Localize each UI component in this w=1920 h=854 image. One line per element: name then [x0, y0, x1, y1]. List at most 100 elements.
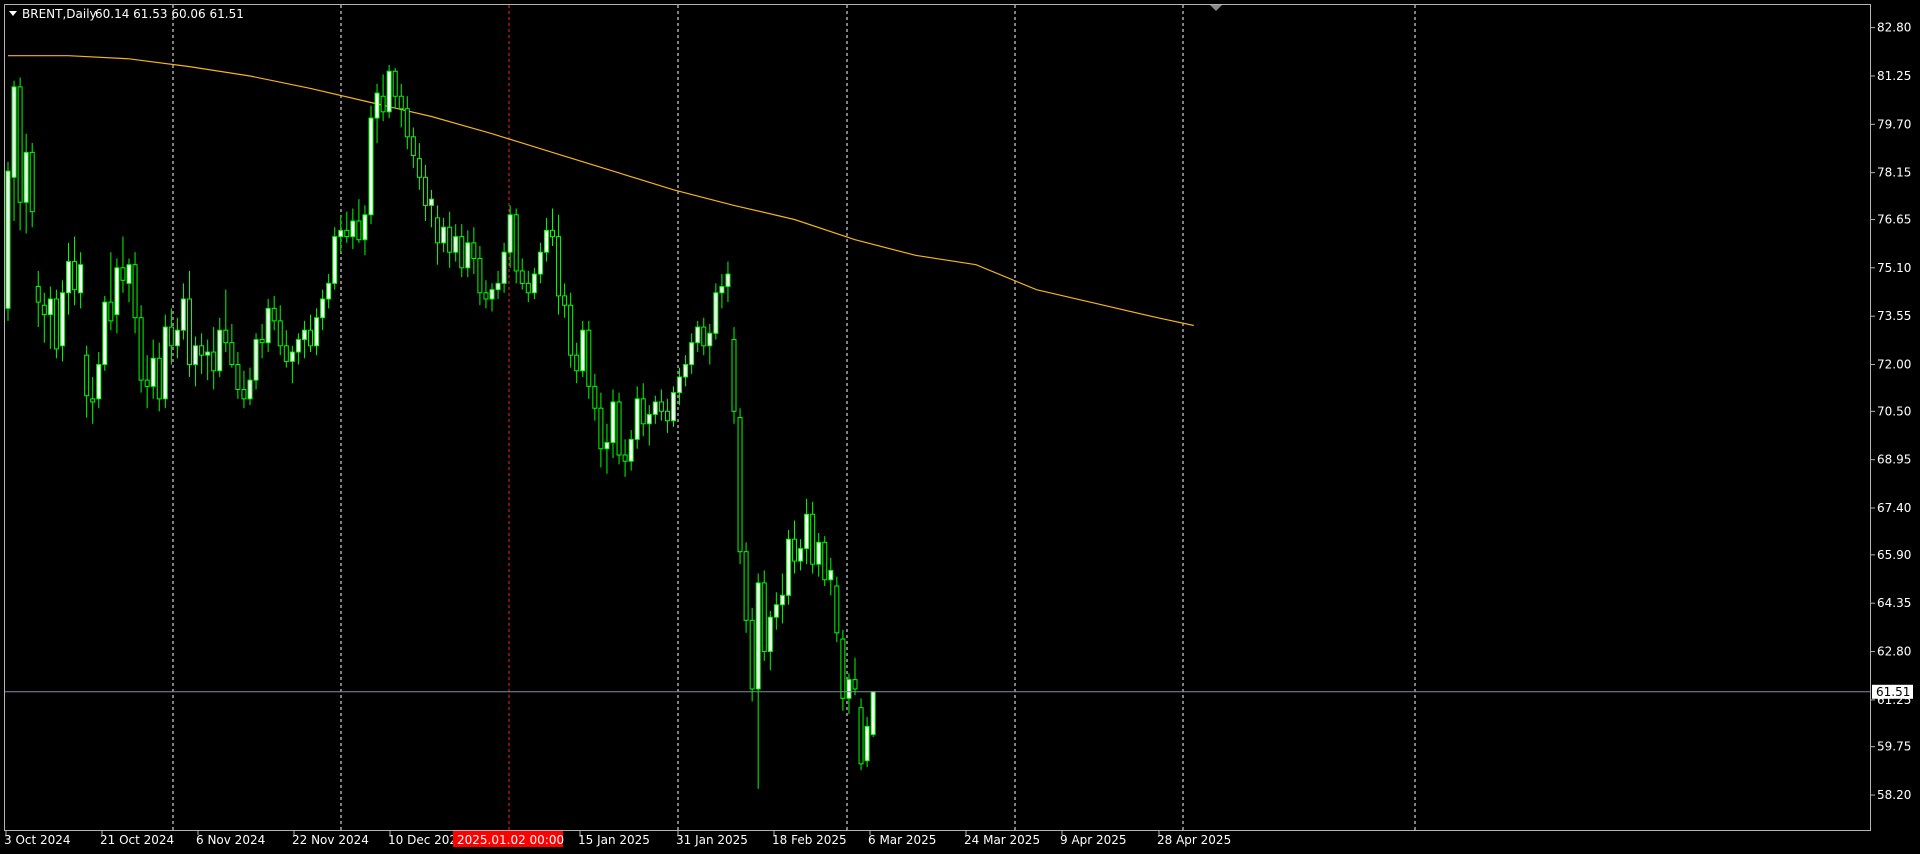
candle-body — [199, 345, 205, 356]
y-tick-label: 75.10 — [1877, 261, 1911, 275]
candle[interactable] — [870, 691, 876, 738]
candle-body — [253, 339, 259, 381]
candle[interactable] — [840, 629, 846, 711]
candle[interactable] — [332, 227, 338, 290]
candle-body — [344, 229, 350, 238]
candle-body — [671, 392, 676, 422]
candle-body — [368, 117, 374, 216]
candle-body — [265, 307, 271, 344]
candle[interactable] — [162, 314, 168, 409]
x-tick-label: 22 Nov 2024 — [292, 833, 369, 847]
candle-body — [556, 236, 562, 297]
price-chart[interactable]: 82.80 81.25 79.70 78.15 76.65 75.10 73.55 72.00… — [0, 0, 1920, 854]
y-tick-label: 76.65 — [1877, 212, 1911, 226]
candle-body — [846, 679, 852, 699]
candle[interactable] — [368, 105, 374, 225]
x-tick-label: 9 Apr 2025 — [1060, 833, 1127, 847]
candle-body — [59, 292, 65, 347]
candle[interactable] — [386, 65, 392, 119]
candle-body — [652, 401, 658, 415]
y-tick-label: 81.25 — [1877, 69, 1911, 83]
candle-body — [864, 725, 870, 762]
candle-body — [53, 298, 59, 350]
candle-body — [852, 679, 858, 690]
x-tick-label: 6 Mar 2025 — [868, 833, 936, 847]
candle-body — [489, 289, 495, 300]
candle-body — [17, 86, 23, 203]
candle-body — [180, 298, 186, 331]
candle[interactable] — [616, 392, 622, 465]
candle-body — [223, 329, 229, 344]
candle-body — [229, 342, 235, 366]
candle-body — [507, 214, 513, 253]
candle[interactable] — [834, 576, 840, 643]
candle-body — [495, 282, 501, 291]
candle-body — [422, 176, 428, 206]
candle-body — [634, 398, 640, 440]
candle-body — [858, 707, 864, 765]
candle-body — [211, 351, 217, 372]
candle-body — [301, 329, 307, 341]
candle-body — [156, 357, 162, 400]
y-tick-label: 73.55 — [1877, 309, 1911, 323]
y-tick-label: 68.95 — [1877, 453, 1911, 467]
candle-body — [646, 413, 652, 425]
candle[interactable] — [785, 529, 791, 605]
candle[interactable] — [671, 386, 676, 427]
x-tick-label: 18 Feb 2025 — [772, 833, 847, 847]
candle[interactable] — [743, 542, 749, 633]
candle-body — [761, 582, 767, 653]
candle[interactable] — [5, 161, 11, 321]
candle-body — [193, 345, 199, 366]
candle-body — [785, 538, 791, 596]
chart-header: BRENT,Daily 60.14 61.53 60.06 61.51 — [9, 7, 244, 21]
candle-body — [513, 214, 519, 272]
candle[interactable] — [737, 408, 743, 565]
candle[interactable] — [102, 295, 108, 371]
candle[interactable] — [761, 570, 767, 661]
candle[interactable] — [731, 327, 737, 424]
candle-body — [586, 329, 592, 387]
candle[interactable] — [53, 289, 59, 359]
candle-body — [719, 286, 725, 294]
x-tick-label: 15 Jan 2025 — [578, 833, 650, 847]
candle-body — [338, 229, 344, 238]
candle-body — [574, 354, 580, 372]
candle-body — [519, 270, 525, 284]
candle-body — [664, 410, 670, 422]
candle-body — [168, 326, 174, 347]
candle-body — [102, 301, 108, 366]
candle[interactable] — [822, 536, 828, 587]
candle-body — [640, 398, 646, 425]
candle-body — [501, 251, 507, 284]
candle-body — [804, 513, 810, 550]
y-tick-label: 70.50 — [1877, 404, 1911, 418]
candle-body — [792, 538, 797, 562]
candle-body — [392, 70, 398, 97]
candle-body — [259, 339, 265, 344]
candle[interactable] — [138, 305, 144, 393]
candle[interactable] — [749, 607, 755, 702]
candle-body — [543, 229, 549, 253]
candle-body — [429, 198, 434, 206]
candle-body — [132, 264, 138, 319]
candle-body — [749, 619, 755, 690]
candle-body — [840, 638, 846, 699]
candle-body — [41, 304, 47, 316]
candle[interactable] — [858, 698, 864, 771]
candle-body — [731, 339, 737, 412]
candle-body — [755, 582, 761, 690]
candle-body — [217, 329, 223, 372]
candle-body — [398, 95, 404, 110]
candle-body — [592, 385, 598, 409]
candle-body — [374, 92, 380, 119]
y-tick-label: 59.75 — [1877, 740, 1911, 754]
candle-body — [326, 282, 332, 300]
candle-body — [29, 151, 35, 213]
candle-body — [187, 298, 192, 366]
candle-body — [144, 379, 150, 387]
candle-body — [683, 364, 689, 378]
candle-body — [828, 569, 834, 581]
candle-body — [114, 267, 120, 316]
candle-body — [531, 273, 537, 294]
